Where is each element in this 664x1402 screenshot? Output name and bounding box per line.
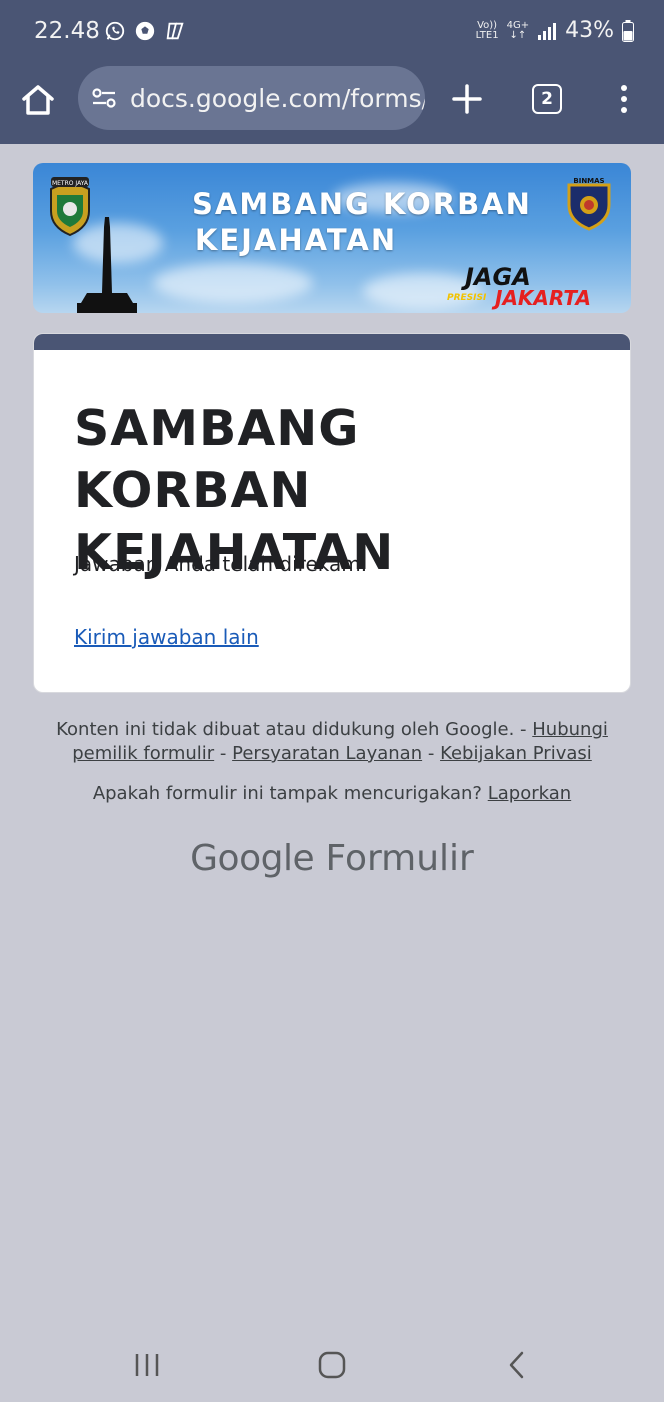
presisi-text: PRESISI <box>447 293 487 303</box>
home-icon[interactable] <box>18 80 58 120</box>
new-tab-icon[interactable] <box>450 82 484 116</box>
browser-chrome: 22.48 Vo)) LTE1 4G+ ↓↑ 43% docs.google.c… <box>0 0 664 144</box>
back-icon[interactable] <box>506 1350 528 1380</box>
svg-text:METRO JAYA: METRO JAYA <box>52 180 89 187</box>
google-forms-logo[interactable]: Google Formulir <box>0 838 664 879</box>
more-menu-icon[interactable] <box>612 82 636 116</box>
footer-separator: - <box>422 743 441 764</box>
volte-indicator: Vo)) LTE1 <box>475 19 499 41</box>
browser-toolbar: docs.google.com/forms/ 2 <box>0 62 664 144</box>
system-icons: Vo)) LTE1 4G+ ↓↑ 43% <box>476 18 634 43</box>
signal-icon <box>538 22 557 40</box>
recent-apps-icon[interactable] <box>133 1352 161 1378</box>
confirmation-message: Jawaban Anda telah direkam. <box>74 552 368 576</box>
footer-separator: - <box>214 743 233 764</box>
footer-disclaimer: Konten ini tidak dibuat atau didukung ol… <box>33 718 631 766</box>
binmas-badge-icon: BINMAS <box>567 177 611 231</box>
svg-text:BINMAS: BINMAS <box>573 177 604 185</box>
form-header-banner: METRO JAYA SAMBANG KORBAN KEJAHATAN BINM… <box>33 163 631 313</box>
privacy-link[interactable]: Kebijakan Privasi <box>440 743 592 764</box>
submit-another-response-link[interactable]: Kirim jawaban lain <box>74 625 259 649</box>
system-navigation-bar <box>0 1330 664 1402</box>
response-card: SAMBANG KORBAN KEJAHATAN Jawaban Anda te… <box>33 333 631 693</box>
data-arrows-icon: ↓↑ <box>509 29 527 41</box>
terms-link[interactable]: Persyaratan Layanan <box>232 743 422 764</box>
network-gen-label: 4G+ <box>506 19 530 31</box>
notification-icons <box>104 20 186 42</box>
status-bar: 22.48 Vo)) LTE1 4G+ ↓↑ 43% <box>0 0 664 62</box>
tab-switcher-button[interactable]: 2 <box>532 84 562 114</box>
copilot-icon <box>166 22 184 40</box>
disclaimer-text: Konten ini tidak dibuat atau didukung ol… <box>56 719 533 740</box>
report-link[interactable]: Laporkan <box>488 783 571 804</box>
status-time: 22.48 <box>34 18 100 44</box>
whatsapp-icon <box>105 21 125 41</box>
battery-icon <box>622 19 634 42</box>
brand-product: Formulir <box>325 838 474 879</box>
url-text: docs.google.com/forms/ <box>130 83 425 113</box>
lte-label: LTE1 <box>475 29 499 41</box>
card-accent-bar <box>34 334 630 350</box>
report-line: Apakah formulir ini tampak mencurigakan?… <box>33 783 631 804</box>
network-gen-indicator: 4G+ ↓↑ <box>506 19 530 41</box>
address-bar[interactable]: docs.google.com/forms/ <box>78 66 425 130</box>
site-settings-icon[interactable] <box>90 84 118 112</box>
suspicious-text: Apakah formulir ini tampak mencurigakan? <box>92 783 488 804</box>
brand-google: Google <box>190 838 315 879</box>
football-icon <box>135 21 155 41</box>
battery-percent: 43% <box>565 18 614 43</box>
home-nav-icon[interactable] <box>318 1351 346 1379</box>
jakarta-text: JAKARTA <box>495 286 591 310</box>
monas-monument-icon <box>77 217 137 313</box>
volte-label: Vo)) <box>477 19 498 31</box>
